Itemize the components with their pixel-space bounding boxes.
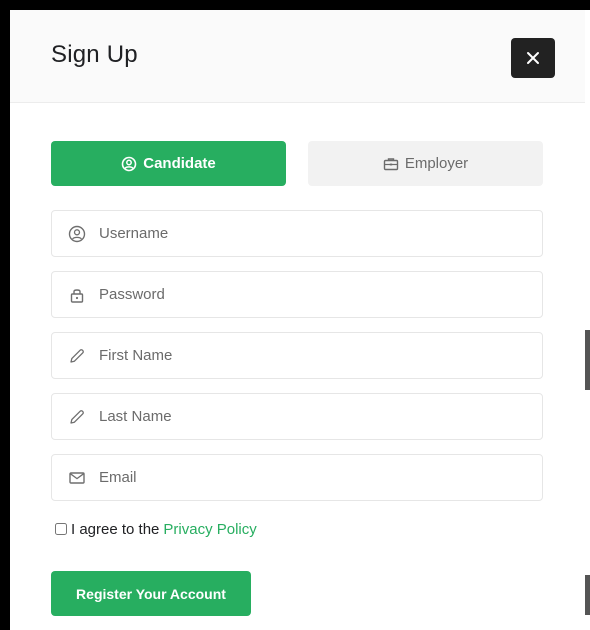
privacy-agreement-row: I agree to the Privacy Policy — [55, 519, 257, 539]
close-icon — [526, 51, 540, 65]
modal-header: Sign Up — [10, 10, 585, 103]
user-circle-icon — [121, 156, 137, 172]
tab-employer[interactable]: Employer — [308, 141, 543, 186]
last-name-field[interactable] — [51, 393, 543, 440]
scrollbar-thumb[interactable] — [585, 330, 590, 390]
close-button[interactable] — [511, 38, 555, 78]
signup-modal: Sign Up Candidate Employer Username Firs… — [10, 10, 585, 630]
password-field[interactable] — [51, 271, 543, 318]
tab-candidate-label: Candidate — [143, 155, 216, 172]
pencil-icon — [67, 346, 87, 366]
privacy-policy-link[interactable]: Privacy Policy — [163, 521, 256, 538]
username-input[interactable] — [99, 225, 519, 242]
register-button[interactable]: Register Your Account — [51, 571, 251, 616]
lock-icon — [67, 285, 87, 305]
privacy-checkbox[interactable] — [55, 523, 67, 535]
agreement-text: I agree to the — [71, 520, 160, 538]
envelope-icon — [67, 468, 87, 488]
briefcase-icon — [383, 156, 399, 172]
scrollbar-track[interactable] — [585, 10, 590, 630]
tab-employer-label: Employer — [404, 155, 469, 172]
first-name-input[interactable] — [99, 347, 519, 364]
email-input[interactable] — [99, 469, 519, 486]
password-input[interactable] — [99, 286, 519, 303]
scrollbar-thumb-secondary[interactable] — [585, 575, 590, 615]
tab-candidate[interactable]: Candidate — [51, 141, 286, 186]
first-name-field[interactable] — [51, 332, 543, 379]
username-field[interactable] — [51, 210, 543, 257]
modal-title: Sign Up — [51, 41, 138, 68]
pencil-icon — [67, 407, 87, 427]
user-circle-icon — [67, 224, 87, 244]
last-name-input[interactable] — [99, 408, 519, 425]
email-field[interactable] — [51, 454, 543, 501]
